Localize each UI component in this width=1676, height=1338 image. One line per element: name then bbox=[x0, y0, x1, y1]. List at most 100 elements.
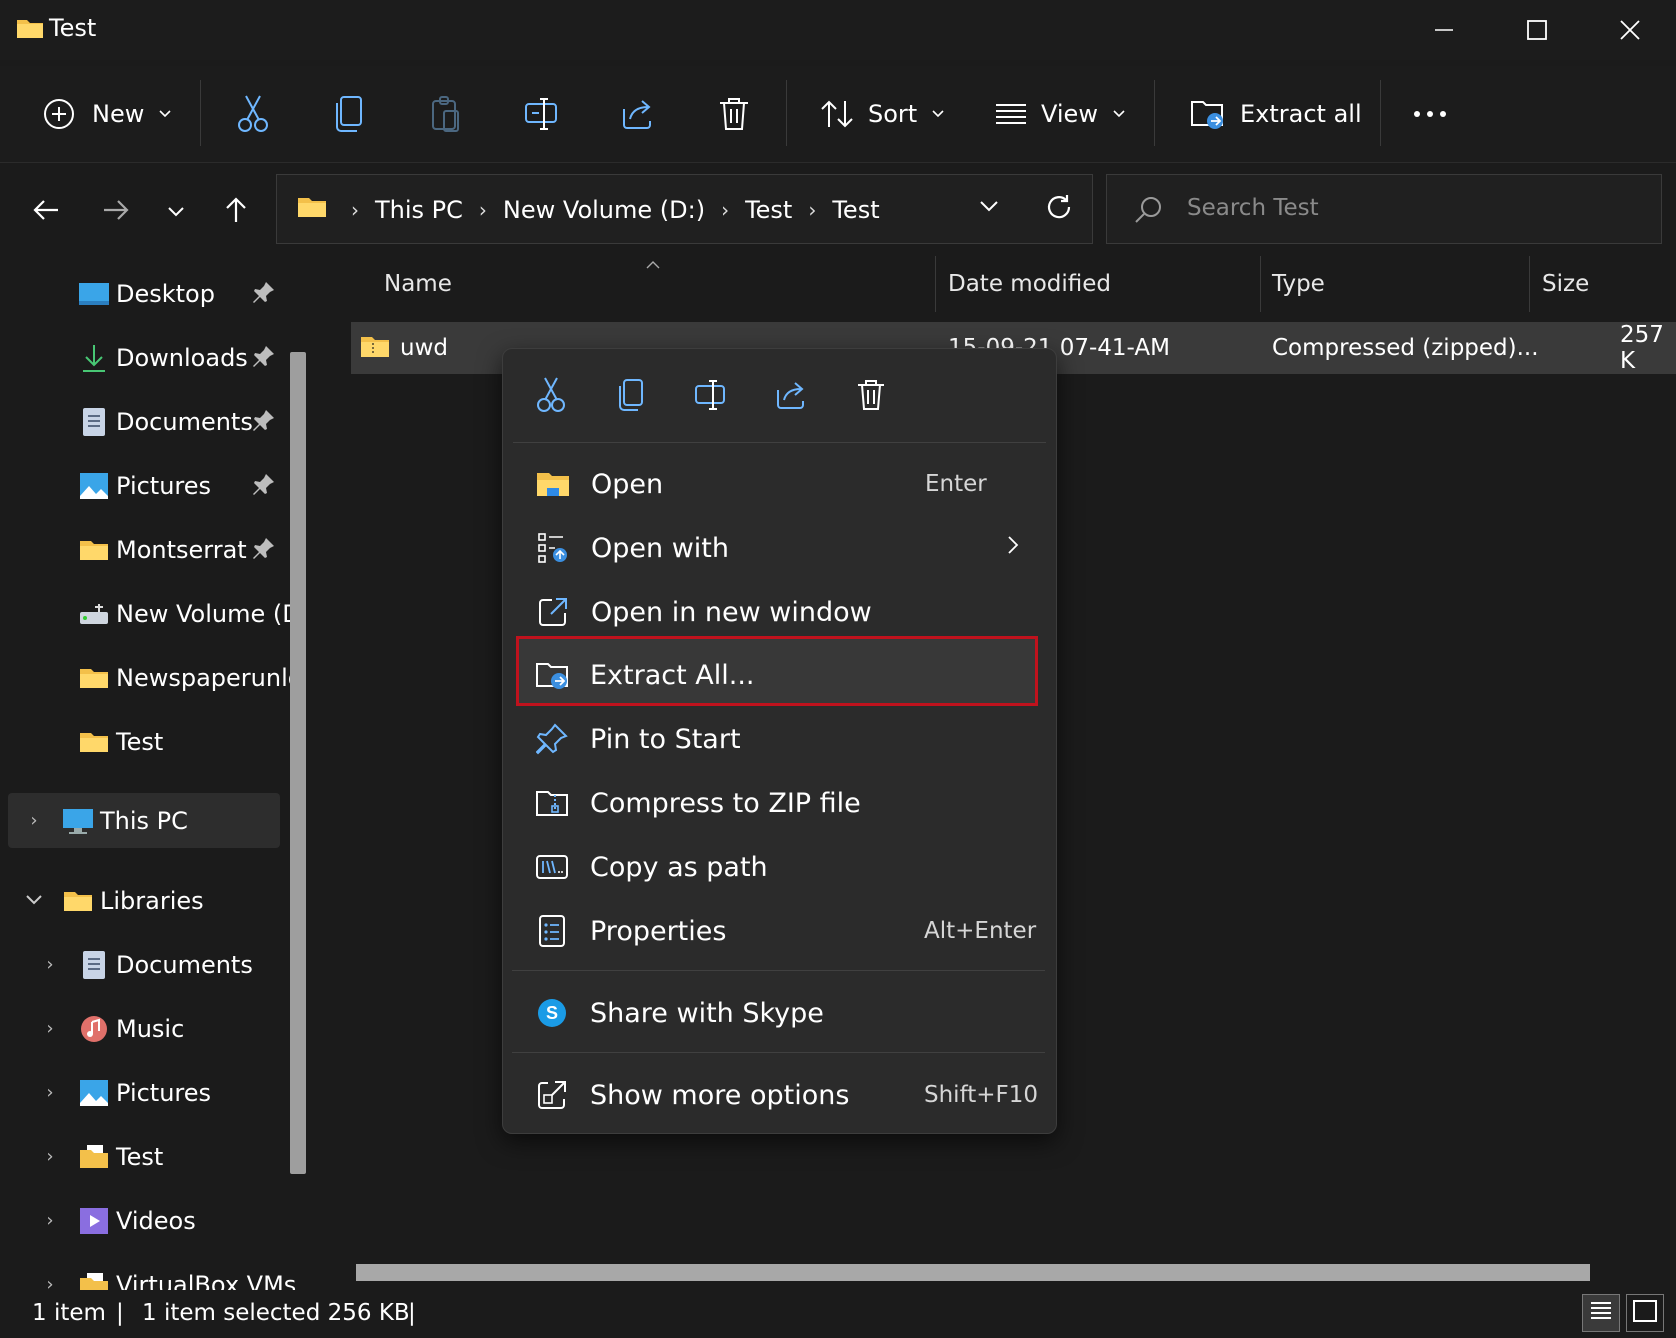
sidebar-item-lib-documents[interactable]: Documents bbox=[78, 937, 253, 993]
chevron-right-icon[interactable]: › bbox=[40, 1018, 60, 1039]
sidebar-item-this-pc[interactable]: This PC bbox=[62, 793, 188, 849]
menu-item-label: Pin to Start bbox=[590, 723, 741, 755]
menu-item-pin-to-start[interactable]: Pin to Start bbox=[514, 711, 1043, 767]
sidebar-item-lib-virtualbox[interactable]: VirtualBox VMs bbox=[78, 1257, 296, 1290]
pin-icon[interactable] bbox=[252, 280, 276, 304]
sidebar-item-lib-pictures[interactable]: Pictures bbox=[78, 1065, 211, 1121]
sidebar-item-lib-test[interactable]: Test bbox=[78, 1129, 163, 1185]
file-name[interactable]: uwd bbox=[400, 322, 448, 374]
forward-button[interactable] bbox=[96, 192, 136, 232]
menu-item-show-more-options[interactable]: Show more options Shift+F10 bbox=[514, 1067, 1043, 1123]
close-button[interactable] bbox=[1583, 0, 1676, 60]
address-bar[interactable]: › This PC › New Volume (D:) › Test › Tes… bbox=[276, 174, 1093, 244]
sort-ascending-icon bbox=[646, 254, 660, 273]
column-divider[interactable] bbox=[1529, 256, 1530, 312]
context-delete-button[interactable] bbox=[851, 377, 891, 417]
arrow-right-icon bbox=[102, 198, 130, 226]
sort-button[interactable]: Sort bbox=[820, 88, 945, 140]
pictures-icon bbox=[78, 1077, 110, 1109]
chevron-right-icon[interactable]: › bbox=[40, 1082, 60, 1103]
sidebar-item-lib-videos[interactable]: Videos bbox=[78, 1193, 196, 1249]
column-divider[interactable] bbox=[1260, 256, 1261, 312]
breadcrumb: › This PC › New Volume (D:) › Test › Tes… bbox=[297, 175, 886, 245]
sidebar-item-montserrat[interactable]: Montserrat bbox=[78, 522, 247, 578]
chevron-down-icon[interactable] bbox=[24, 890, 44, 910]
horizontal-scrollbar[interactable] bbox=[356, 1264, 1590, 1281]
pin-icon[interactable] bbox=[252, 472, 276, 496]
rename-icon bbox=[694, 379, 728, 415]
chevron-right-icon[interactable]: › bbox=[24, 810, 44, 831]
sidebar-item-label: Desktop bbox=[116, 280, 215, 308]
sidebar-item-downloads[interactable]: Downloads bbox=[78, 330, 248, 386]
column-header-date[interactable]: Date modified bbox=[948, 250, 1111, 318]
sidebar-item-pictures[interactable]: Pictures bbox=[78, 458, 211, 514]
large-icons-view-button[interactable] bbox=[1626, 1294, 1664, 1332]
sidebar-item-lib-music[interactable]: Music bbox=[78, 1001, 184, 1057]
search-box[interactable]: Search Test bbox=[1106, 174, 1662, 244]
sidebar-item-documents[interactable]: Documents bbox=[78, 394, 253, 450]
chevron-right-icon[interactable]: › bbox=[40, 1146, 60, 1167]
status-selection: 1 item selected 256 KB bbox=[142, 1300, 410, 1326]
minimize-button[interactable] bbox=[1397, 0, 1490, 60]
sidebar-item-new-volume[interactable]: New Volume (D bbox=[78, 586, 301, 642]
sidebar-item-label: Montserrat bbox=[116, 536, 247, 564]
back-button[interactable] bbox=[26, 192, 66, 232]
menu-item-compress-zip[interactable]: Compress to ZIP file bbox=[514, 775, 1043, 831]
pin-icon[interactable] bbox=[252, 408, 276, 432]
breadcrumb-this-pc[interactable]: This PC bbox=[375, 196, 463, 224]
sidebar-item-libraries[interactable]: Libraries bbox=[62, 873, 204, 929]
sidebar-item-label: Test bbox=[116, 728, 164, 756]
cut-button[interactable] bbox=[236, 88, 270, 140]
sidebar-item-desktop[interactable]: Desktop bbox=[78, 266, 215, 322]
chevron-right-icon[interactable]: › bbox=[40, 1274, 60, 1291]
chevron-right-icon[interactable]: › bbox=[40, 954, 60, 975]
column-header-name[interactable]: Name bbox=[384, 250, 452, 318]
chevron-down-icon bbox=[158, 109, 172, 119]
chevron-right-icon[interactable]: › bbox=[40, 1210, 60, 1231]
folder-icon bbox=[78, 1269, 110, 1290]
rename-button[interactable] bbox=[524, 88, 560, 140]
menu-item-open-new-window[interactable]: Open in new window bbox=[515, 584, 1044, 640]
delete-button[interactable] bbox=[718, 88, 750, 140]
context-copy-button[interactable] bbox=[611, 377, 651, 417]
context-share-button[interactable] bbox=[771, 377, 811, 417]
extract-all-button[interactable]: Extract all bbox=[1190, 88, 1362, 140]
computer-icon bbox=[62, 805, 94, 837]
share-icon bbox=[774, 379, 808, 415]
menu-item-properties[interactable]: Properties Alt+Enter bbox=[514, 903, 1043, 959]
column-header-type[interactable]: Type bbox=[1272, 250, 1325, 318]
menu-item-open[interactable]: Open Enter bbox=[515, 456, 1044, 512]
menu-item-share-skype[interactable]: S Share with Skype bbox=[514, 985, 1043, 1041]
breadcrumb-test-current[interactable]: Test bbox=[832, 196, 879, 224]
new-button[interactable]: New bbox=[42, 88, 172, 140]
folder-icon bbox=[78, 726, 110, 758]
copy-button[interactable] bbox=[334, 88, 364, 140]
more-options-button[interactable] bbox=[1412, 88, 1448, 140]
paste-button[interactable] bbox=[430, 88, 462, 140]
context-cut-button[interactable] bbox=[531, 377, 571, 417]
sidebar-item-newspaperunlo[interactable]: Newspaperunlo bbox=[78, 650, 302, 706]
address-dropdown-icon[interactable] bbox=[979, 199, 999, 218]
sidebar-item-test[interactable]: Test bbox=[78, 714, 163, 770]
status-item-count: 1 item bbox=[32, 1300, 106, 1326]
details-view-button[interactable] bbox=[1582, 1294, 1620, 1332]
breadcrumb-new-volume[interactable]: New Volume (D:) bbox=[503, 196, 705, 224]
column-header-size[interactable]: Size bbox=[1542, 250, 1589, 318]
desktop-icon bbox=[78, 278, 110, 310]
breadcrumb-test[interactable]: Test bbox=[745, 196, 792, 224]
menu-item-shortcut: Shift+F10 bbox=[924, 1082, 1039, 1108]
up-button[interactable] bbox=[216, 192, 256, 232]
pin-icon[interactable] bbox=[252, 344, 276, 368]
view-button[interactable]: View bbox=[995, 88, 1126, 140]
context-rename-button[interactable] bbox=[691, 377, 731, 417]
maximize-button[interactable] bbox=[1490, 0, 1583, 60]
share-button[interactable] bbox=[620, 88, 656, 140]
menu-item-open-with[interactable]: Open with bbox=[515, 520, 1044, 576]
sidebar-scrollbar[interactable] bbox=[290, 352, 306, 1174]
recent-locations-button[interactable] bbox=[156, 192, 196, 232]
refresh-icon[interactable] bbox=[1045, 193, 1073, 225]
column-divider[interactable] bbox=[935, 256, 936, 312]
copy-path-icon bbox=[534, 849, 570, 885]
pin-icon[interactable] bbox=[252, 536, 276, 560]
menu-item-copy-as-path[interactable]: Copy as path bbox=[514, 839, 1043, 895]
